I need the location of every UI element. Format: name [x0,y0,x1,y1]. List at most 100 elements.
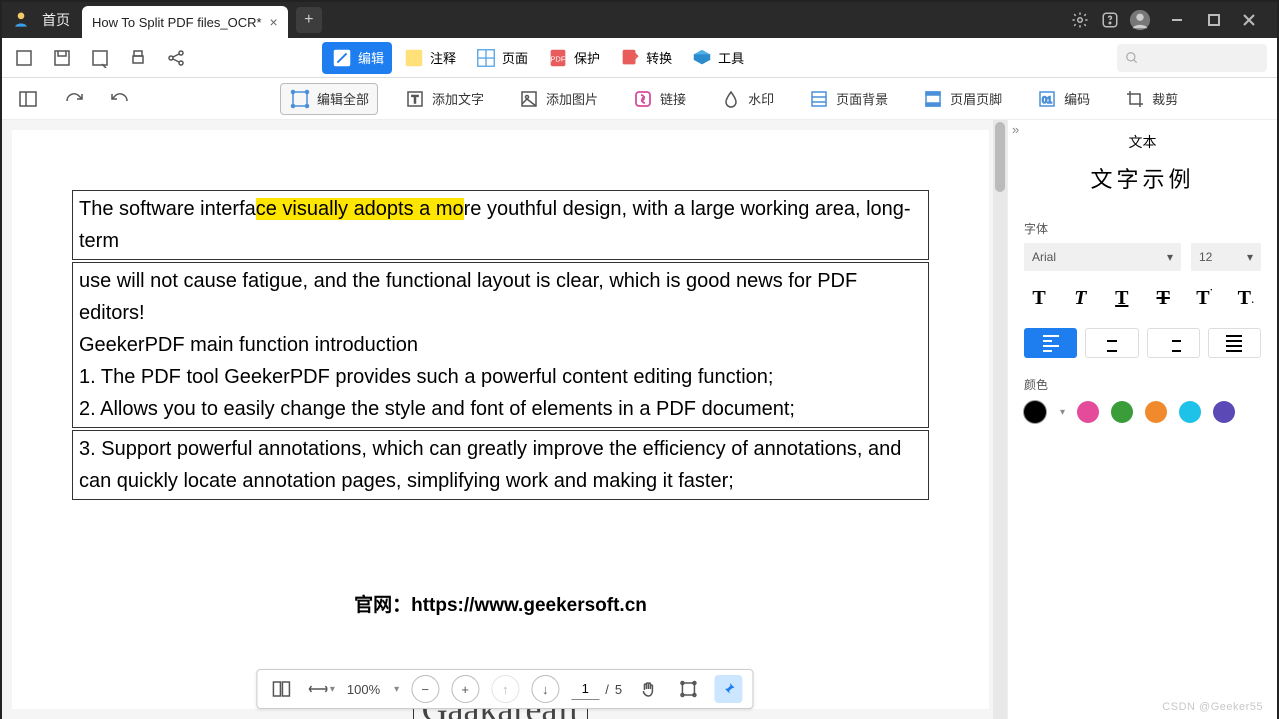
italic-button[interactable]: T [1065,287,1095,312]
print-icon[interactable] [126,48,150,68]
header-footer-button[interactable]: 页眉页脚 [914,84,1010,114]
settings-icon[interactable] [1065,11,1095,29]
close-window-icon[interactable] [1229,13,1269,27]
font-section-label: 字体 [1024,220,1261,237]
format-panel: » 文本 文字示例 字体 Arial▾ 12▾ T T T T T˙ T˙ 颜色… [1007,120,1277,719]
search-icon [1125,51,1139,65]
vertical-scrollbar[interactable] [993,120,1007,719]
page-indicator: / 5 [571,678,622,700]
share-icon[interactable] [164,48,188,68]
scrollbar-thumb[interactable] [995,122,1005,192]
bates-icon: 01 [1036,88,1058,110]
background-button[interactable]: 页面背景 [800,84,896,114]
main-toolbar: 编辑 注释 页面 PDF保护 转换 工具 [2,38,1277,78]
protect-mode-icon: PDF [546,46,570,70]
close-tab-icon[interactable]: × [270,14,278,30]
color-section-label: 颜色 [1024,376,1261,393]
mode-page[interactable]: 页面 [466,42,536,74]
edit-all-button[interactable]: 编辑全部 [280,83,378,115]
convert-mode-icon [618,46,642,70]
font-family-select[interactable]: Arial▾ [1024,243,1181,271]
panel-toggle-icon[interactable] [14,85,42,113]
zoom-level[interactable]: 100% [347,682,380,697]
align-justify-button[interactable] [1208,328,1261,358]
align-right-button[interactable] [1147,328,1200,358]
strikethrough-button[interactable]: T [1148,287,1178,312]
mode-annotate[interactable]: 注释 [394,42,464,74]
page-number-input[interactable] [571,678,599,700]
save-icon[interactable] [50,48,74,68]
redo-icon[interactable] [60,87,88,111]
next-page-button[interactable]: ↓ [531,675,559,703]
align-center-button[interactable] [1085,328,1138,358]
align-left-button[interactable] [1024,328,1077,358]
subscript-button[interactable]: T˙ [1231,287,1261,312]
highlighted-text: ce visually adopts a mo [256,198,464,220]
add-tab-button[interactable]: + [296,7,322,33]
color-dropdown-icon[interactable]: ▾ [1060,407,1065,418]
document-tab-title: How To Split PDF files_OCR* [92,15,262,30]
edit-mode-icon [330,46,354,70]
mode-protect[interactable]: PDF保护 [538,42,608,74]
font-size-select[interactable]: 12▾ [1191,243,1261,271]
add-image-icon [518,88,540,110]
link-button[interactable]: 链接 [624,84,694,114]
view-mode-icon[interactable] [267,675,295,703]
page-canvas: The software interface visually adopts a… [12,130,989,709]
prev-page-button[interactable]: ↑ [491,675,519,703]
maximize-icon[interactable] [1199,13,1229,27]
add-text-button[interactable]: T添加文字 [396,84,492,114]
color-swatch-pink[interactable] [1077,401,1099,423]
color-swatch-black[interactable] [1024,401,1046,423]
align-row [1024,328,1261,358]
text-block-1[interactable]: The software interface visually adopts a… [72,190,929,260]
underline-button[interactable]: T [1107,287,1137,312]
panel-expand-icon[interactable]: » [1012,122,1019,137]
color-swatch-row: ▾ [1024,401,1261,423]
text-block-3[interactable]: 3. Support powerful annotations, which c… [72,430,929,500]
page-total: 5 [615,682,622,697]
header-footer-icon [922,88,944,110]
add-image-button[interactable]: 添加图片 [510,84,606,114]
open-file-icon[interactable] [12,48,36,68]
edit-sub-toolbar: 编辑全部 T添加文字 添加图片 链接 水印 页面背景 页眉页脚 01编码 裁剪 [2,78,1277,120]
page-viewport[interactable]: The software interface visually adopts a… [2,120,1007,719]
help-icon[interactable] [1095,11,1125,29]
mode-tools[interactable]: 工具 [682,42,752,74]
crop-icon [1124,88,1146,110]
page-mode-icon [474,46,498,70]
mode-convert[interactable]: 转换 [610,42,680,74]
bold-button[interactable]: T [1024,287,1054,312]
app-logo-icon [10,9,32,31]
color-swatch-green[interactable] [1111,401,1133,423]
undo-icon[interactable] [106,87,134,111]
color-swatch-orange[interactable] [1145,401,1167,423]
hand-tool-icon[interactable] [634,675,662,703]
link-icon [632,88,654,110]
bates-button[interactable]: 01编码 [1028,84,1098,114]
select-tool-icon[interactable] [674,675,702,703]
background-icon [808,88,830,110]
fit-width-icon[interactable]: ▾ [307,675,335,703]
page-controls-bar: ▾ 100%▾ − + ↑ ↓ / 5 [256,669,753,709]
color-swatch-purple[interactable] [1213,401,1235,423]
zoom-in-button[interactable]: + [451,675,479,703]
watermark-button[interactable]: 水印 [712,84,782,114]
website-line: 官网：https://www.geekersoft.cn [72,590,929,617]
watermark-icon [720,88,742,110]
account-icon[interactable] [1125,9,1155,31]
document-tab[interactable]: How To Split PDF files_OCR* × [82,6,288,38]
color-swatch-cyan[interactable] [1179,401,1201,423]
text-block-2[interactable]: use will not cause fatigue, and the func… [72,262,929,428]
svg-text:T: T [412,94,419,106]
crop-button[interactable]: 裁剪 [1116,84,1186,114]
search-input[interactable] [1117,44,1267,72]
mode-edit[interactable]: 编辑 [322,42,392,74]
superscript-button[interactable]: T˙ [1190,287,1220,312]
svg-text:PDF: PDF [551,54,566,63]
minimize-icon[interactable] [1155,13,1199,27]
zoom-out-button[interactable]: − [411,675,439,703]
pin-toolbar-button[interactable] [714,675,742,703]
save-as-icon[interactable] [88,48,112,68]
home-tab[interactable]: 首页 [42,10,70,30]
